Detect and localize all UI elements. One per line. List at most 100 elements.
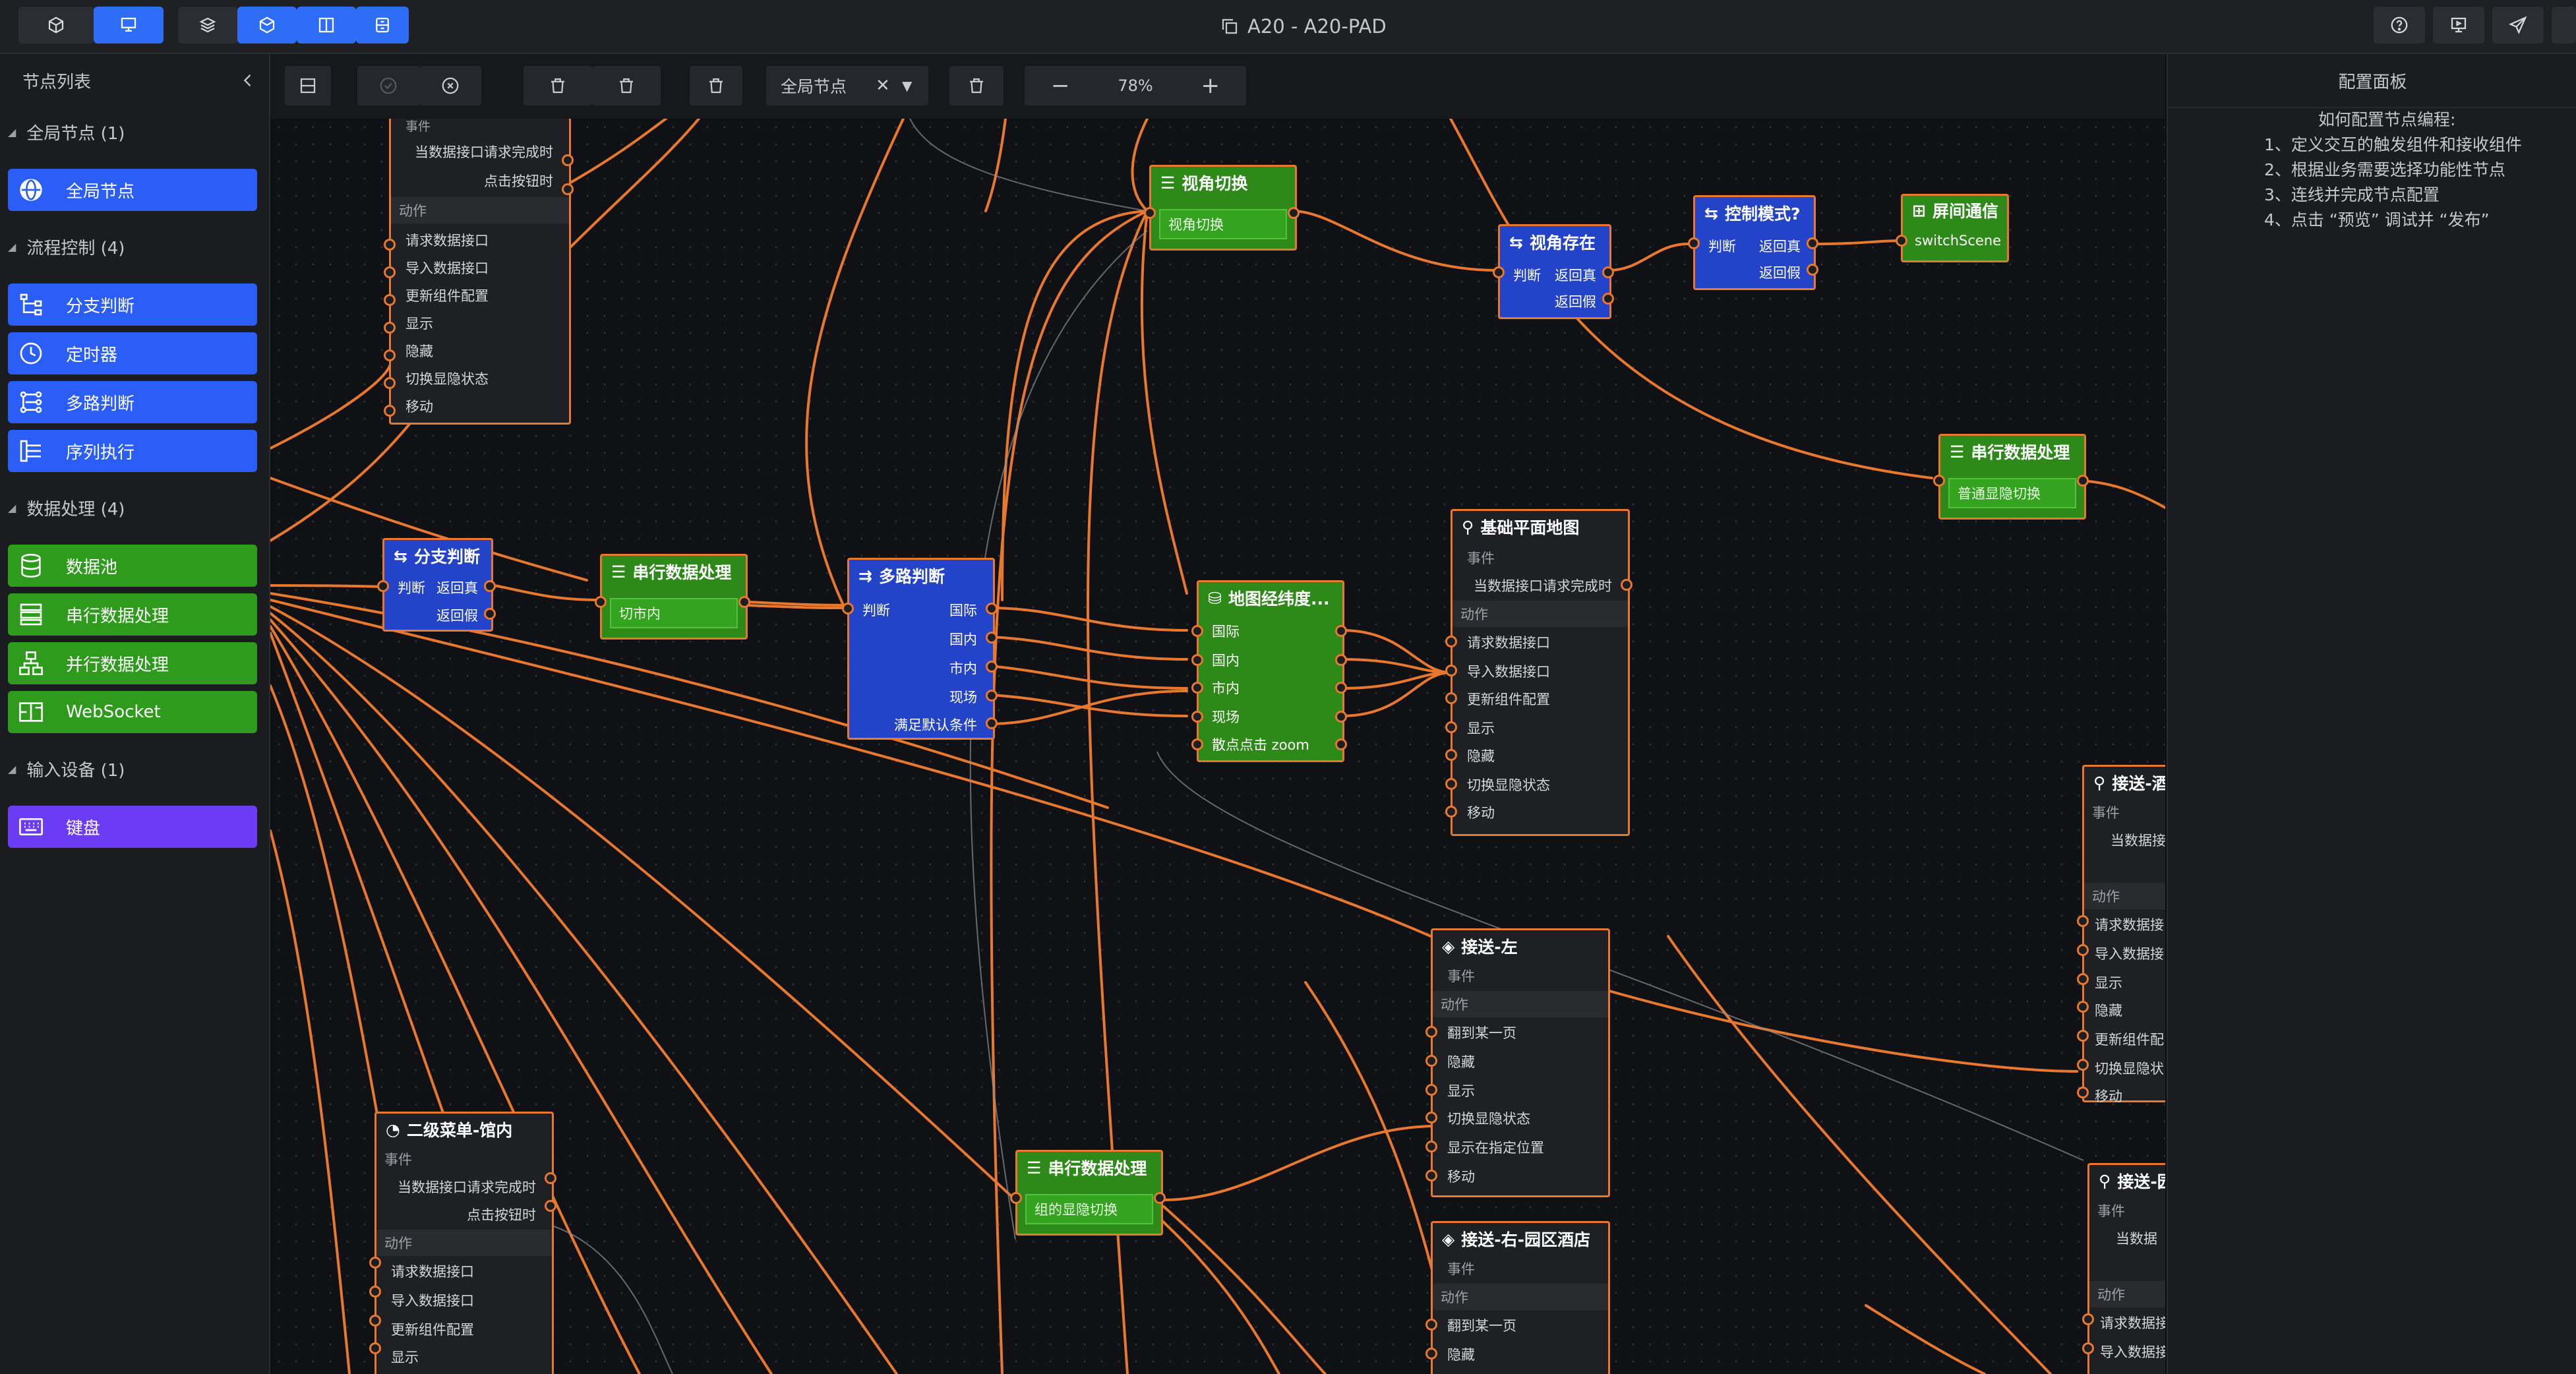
port[interactable]	[1010, 1192, 1022, 1204]
port[interactable]	[1602, 266, 1614, 278]
group-global[interactable]: ◢ 全局节点 (1)	[0, 112, 269, 152]
sidebar-item-serial-data[interactable]: 串行数据处理	[8, 593, 257, 636]
port[interactable]	[1425, 1170, 1437, 1181]
cube-icon[interactable]	[18, 7, 94, 44]
sidebar-item-parallel-data[interactable]: 并行数据处理	[8, 642, 257, 684]
port[interactable]	[1425, 1055, 1437, 1067]
clear-select-icon[interactable]: ✕	[876, 76, 890, 96]
port[interactable]	[484, 580, 496, 592]
port[interactable]	[1445, 692, 1457, 704]
check-circle-icon[interactable]	[357, 66, 419, 105]
port[interactable]	[2077, 1030, 2089, 1042]
port[interactable]	[1445, 778, 1457, 790]
port[interactable]	[1493, 266, 1505, 278]
port[interactable]	[384, 322, 396, 334]
layers-icon[interactable]	[178, 7, 237, 44]
port[interactable]	[1621, 579, 1632, 591]
overflow-icon[interactable]	[2552, 7, 2576, 44]
port[interactable]	[986, 632, 998, 643]
collapse-chevron-icon[interactable]	[239, 71, 257, 90]
archive-icon[interactable]	[356, 7, 409, 44]
monitor-edit-icon[interactable]	[94, 7, 164, 44]
delete-icon[interactable]	[524, 66, 592, 105]
port[interactable]	[986, 690, 998, 702]
port[interactable]	[986, 661, 998, 672]
port[interactable]	[1191, 711, 1203, 723]
port[interactable]	[384, 266, 396, 278]
port[interactable]	[369, 1315, 381, 1327]
port[interactable]	[2082, 1342, 2094, 1354]
port[interactable]	[1191, 682, 1203, 694]
port[interactable]	[562, 183, 574, 195]
port[interactable]	[562, 154, 574, 166]
port[interactable]	[1807, 264, 1818, 276]
node-submenu[interactable]: ◔ 二级菜单-馆内 事件 当数据接口请求完成时 点击按钮时 动作 请求数据接口 导…	[374, 1112, 554, 1374]
preview-icon[interactable]	[2433, 7, 2484, 44]
node-branch[interactable]: ⇆ 分支判断 判断 返回真 返回假	[382, 538, 493, 632]
node-view-exists[interactable]: ⇆ 视角存在 判断 返回真 返回假	[1498, 224, 1611, 319]
help-icon[interactable]	[2374, 7, 2425, 44]
sidebar-item-websocket[interactable]: WebSocket	[8, 691, 257, 733]
port[interactable]	[369, 1257, 381, 1269]
group-data-processing[interactable]: ◢ 数据处理 (4)	[0, 488, 269, 527]
port[interactable]	[1335, 625, 1347, 637]
port[interactable]	[1191, 625, 1203, 637]
node-serial-mid[interactable]: ☰ 串行数据处理 切市内	[600, 554, 748, 640]
port[interactable]	[1807, 237, 1818, 249]
node-pickup-park-partial[interactable]: ⚲接送-园 事件 当数据 动作 请求数据接 导入数据接	[2087, 1163, 2165, 1374]
node-control-mode[interactable]: ⇆ 控制模式? 判断 返回真 返回假	[1693, 195, 1816, 290]
port[interactable]	[2077, 973, 2089, 985]
port[interactable]	[986, 717, 998, 729]
port[interactable]	[1425, 1141, 1437, 1152]
node-multi-branch[interactable]: ⇉ 多路判断 判断 国际 国内 市内 现场 满足默认条件	[847, 558, 995, 740]
group-flow-control[interactable]: ◢ 流程控制 (4)	[0, 227, 269, 266]
sidebar-item-data-pool[interactable]: 数据池	[8, 545, 257, 587]
port[interactable]	[1425, 1112, 1437, 1123]
cube-outline-icon[interactable]	[237, 7, 297, 44]
port[interactable]	[384, 294, 396, 306]
port[interactable]	[1425, 1084, 1437, 1096]
sidebar-item-timer[interactable]: 定时器	[8, 332, 257, 374]
sidebar-item-branch[interactable]: 分支判断	[8, 284, 257, 326]
node-canvas[interactable]: 事件 当数据接口请求完成时 点击按钮时 动作 请求数据接口 导入数据接口 更新组…	[270, 119, 2165, 1374]
port[interactable]	[1335, 682, 1347, 694]
port[interactable]	[595, 596, 607, 608]
node-geo-coordinates[interactable]: ⛁ 地图经纬度... 国际 国内 市内 现场 散点点击 zoom	[1197, 580, 1344, 762]
port[interactable]	[2077, 1087, 2089, 1098]
port[interactable]	[2082, 1313, 2094, 1325]
port[interactable]	[377, 580, 389, 592]
port[interactable]	[1896, 235, 1907, 247]
port[interactable]	[738, 596, 750, 608]
port[interactable]	[1154, 1192, 1166, 1204]
node-top-component[interactable]: 事件 当数据接口请求完成时 点击按钮时 动作 请求数据接口 导入数据接口 更新组…	[389, 119, 571, 425]
port[interactable]	[545, 1200, 556, 1212]
port[interactable]	[2077, 944, 2089, 956]
node-serial-right[interactable]: ☰ 串行数据处理 普通显隐切换	[1938, 434, 2086, 520]
port[interactable]	[1445, 721, 1457, 733]
node-scene-comm[interactable]: ⊞ 屏间通信 switchScene	[1901, 194, 2009, 262]
port[interactable]	[369, 1342, 381, 1354]
port[interactable]	[1335, 738, 1347, 750]
port[interactable]	[1335, 654, 1347, 666]
delete-all-icon[interactable]	[592, 66, 661, 105]
zoom-out-icon[interactable]: −	[1051, 73, 1070, 99]
port[interactable]	[2077, 1059, 2089, 1071]
port[interactable]	[384, 239, 396, 251]
port[interactable]	[1445, 665, 1457, 676]
sidebar-item-global-node[interactable]: 全局节点	[8, 169, 257, 211]
port[interactable]	[384, 405, 396, 417]
zoom-in-icon[interactable]: +	[1201, 73, 1220, 99]
delete-scope-icon[interactable]	[949, 66, 1003, 105]
port[interactable]	[384, 377, 396, 389]
port[interactable]	[1191, 654, 1203, 666]
align-icon[interactable]	[285, 66, 331, 105]
port[interactable]	[1445, 806, 1457, 818]
port[interactable]	[1688, 237, 1700, 249]
node-pickup-hotel-partial[interactable]: ⚲接送-酒 事件 当数据接 动作 请求数据接口 导入数据接 显示 隐藏 更新组件…	[2082, 765, 2165, 1104]
port[interactable]	[1425, 1026, 1437, 1038]
node-pickup-left[interactable]: ◈ 接送-左 事件 动作 翻到某一页 隐藏 显示 切换显隐状态 显示在指定位置 移…	[1431, 928, 1610, 1197]
port[interactable]	[545, 1172, 556, 1184]
port[interactable]	[2077, 1001, 2089, 1013]
node-view-switch[interactable]: ☰ 视角切换 视角切换	[1149, 165, 1297, 251]
group-input-devices[interactable]: ◢ 输入设备 (1)	[0, 749, 269, 789]
